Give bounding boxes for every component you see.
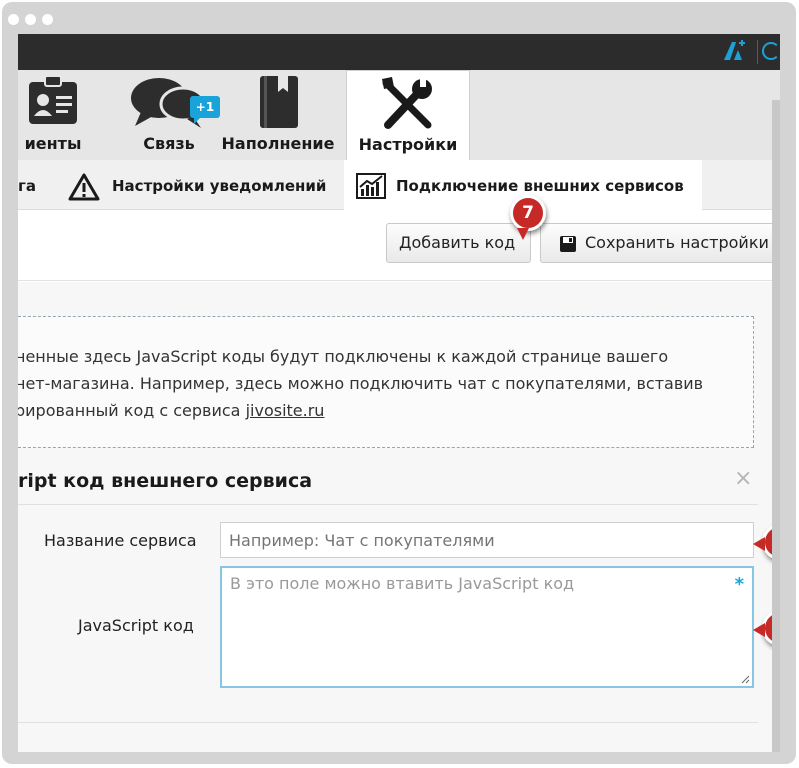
topbar-separator (757, 40, 758, 64)
form-body: ненные здесь JavaScript коды будут подкл… (18, 282, 780, 752)
floppy-disk-icon (560, 236, 576, 252)
section-title: ript код внешнего сервиса (18, 470, 313, 492)
notification-badge[interactable]: +1 (190, 96, 220, 124)
scrollbar[interactable] (772, 100, 780, 752)
jivosite-link[interactable]: jivosite.ru (246, 401, 325, 420)
info-text: ненные здесь JavaScript коды будут подкл… (18, 343, 703, 424)
chart-icon (356, 173, 386, 199)
tab-content[interactable]: Наполнение (218, 70, 338, 160)
window-dot (25, 14, 36, 25)
book-icon (260, 76, 298, 128)
sub-nav: га Настройки уведомлений Подключение вне… (18, 160, 780, 210)
tab-label: Настройки (358, 135, 458, 154)
top-bar (18, 34, 780, 70)
marker-7: 7 (510, 195, 546, 240)
window-dot (8, 14, 19, 25)
subtab-partial[interactable]: га (18, 160, 58, 210)
subtab-notifications[interactable]: Настройки уведомлений (68, 160, 338, 210)
js-code-placeholder: В это поле можно втавить JavaScript код (230, 574, 575, 593)
js-code-label: JavaScript код (78, 616, 194, 635)
main-nav: иенты Связь +1 Наполнение Настройки (18, 70, 780, 160)
save-settings-button[interactable]: Сохранить настройки (540, 223, 780, 263)
resize-handle-icon[interactable] (740, 674, 750, 684)
close-icon[interactable]: × (734, 466, 752, 491)
tools-icon (382, 77, 432, 129)
info-line: рированный код с сервиса jivosite.ru (18, 397, 703, 424)
toolbar: Добавить код Сохранить настройки 7 (18, 195, 780, 281)
info-line-text: рированный код с сервиса (18, 401, 246, 420)
window-frame: иенты Связь +1 Наполнение Настройки га Н… (2, 2, 796, 764)
required-mark: * (734, 574, 744, 595)
tab-clients[interactable]: иенты (18, 70, 108, 160)
js-code-textarea[interactable]: В это поле можно втавить JavaScript код … (220, 566, 754, 688)
tab-label: Наполнение (221, 134, 335, 153)
footer-divider (18, 722, 758, 723)
info-box: ненные здесь JavaScript коды будут подкл… (18, 316, 754, 448)
info-line: нет-магазина. Например, здесь можно подк… (18, 374, 704, 393)
tab-label: Связь (143, 134, 195, 153)
tab-settings[interactable]: Настройки (346, 70, 470, 160)
id-card-icon (29, 75, 77, 124)
info-line: ненные здесь JavaScript коды будут подкл… (18, 347, 669, 366)
subtab-label: Подключение внешних сервисов (396, 177, 684, 195)
power-icon[interactable] (762, 42, 780, 60)
save-label: Сохранить настройки (585, 233, 769, 252)
brand-logo-icon[interactable] (722, 40, 746, 62)
add-code-button[interactable]: Добавить код (386, 223, 531, 263)
subtab-label: га (18, 177, 36, 195)
service-name-label: Название сервиса (44, 531, 197, 550)
divider (18, 504, 758, 505)
tab-label: иенты (24, 134, 82, 153)
warning-icon (68, 173, 100, 201)
app-content: иенты Связь +1 Наполнение Настройки га Н… (18, 34, 780, 752)
subtab-label: Настройки уведомлений (112, 177, 327, 195)
window-dot (42, 14, 53, 25)
service-name-input[interactable] (220, 522, 754, 558)
